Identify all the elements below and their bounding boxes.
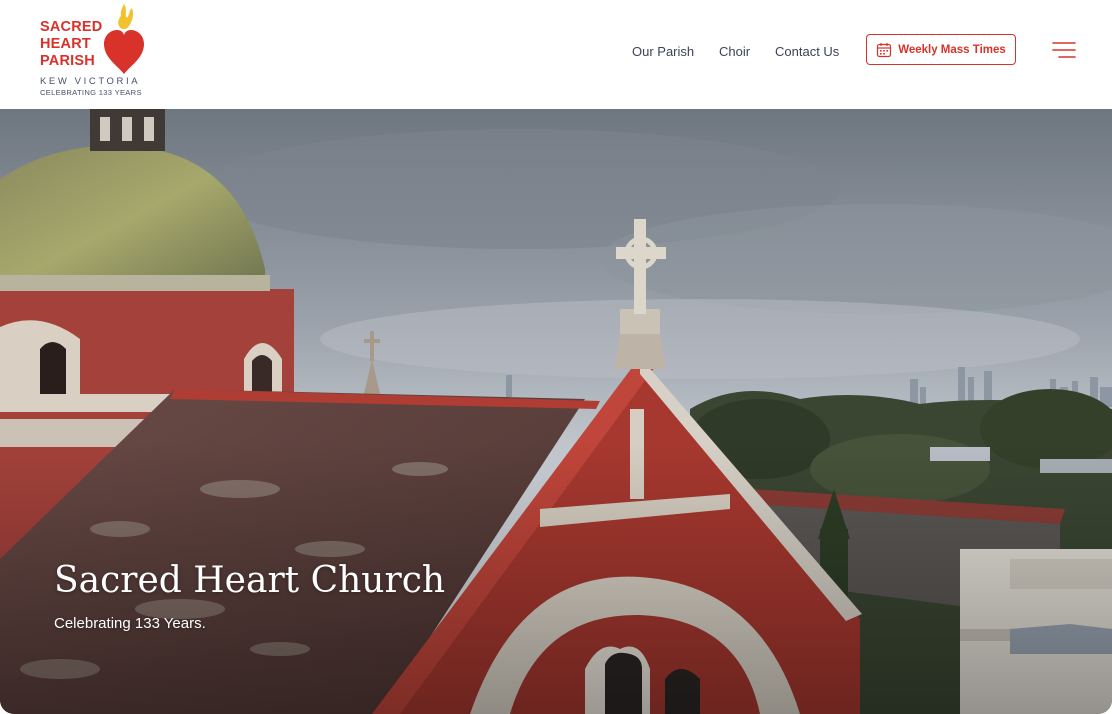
nav-item-choir[interactable]: Choir <box>719 44 750 59</box>
weekly-mass-times-button[interactable]: Weekly Mass Times <box>866 34 1016 65</box>
hero-subtitle: Celebrating 133 Years. <box>54 615 206 632</box>
nav-item-our-parish[interactable]: Our Parish <box>632 44 694 59</box>
hero-title: Sacred Heart Church <box>54 560 446 601</box>
logo-text-line-3: PARISH <box>40 53 95 69</box>
logo-text-line-2: HEART <box>40 36 91 52</box>
logo-text-line-1: SACRED <box>40 19 103 35</box>
site-logo[interactable]: SACRED HEART PARISH KEW VICTORIA CELEBRA… <box>38 4 148 100</box>
page: SACRED HEART PARISH KEW VICTORIA CELEBRA… <box>0 0 1112 714</box>
logo-location: KEW VICTORIA <box>40 76 141 87</box>
logo-tagline: CELEBRATING 133 YEARS <box>40 88 142 97</box>
hamburger-menu-icon[interactable] <box>1051 40 1077 60</box>
site-header: SACRED HEART PARISH KEW VICTORIA CELEBRA… <box>0 0 1112 109</box>
nav-item-contact-us[interactable]: Contact Us <box>775 44 839 59</box>
weekly-mass-times-label: Weekly Mass Times <box>898 43 1006 56</box>
flaming-heart-icon <box>104 4 144 74</box>
calendar-icon <box>877 42 892 57</box>
hero-section: Sacred Heart Church Celebrating 133 Year… <box>0 109 1112 714</box>
